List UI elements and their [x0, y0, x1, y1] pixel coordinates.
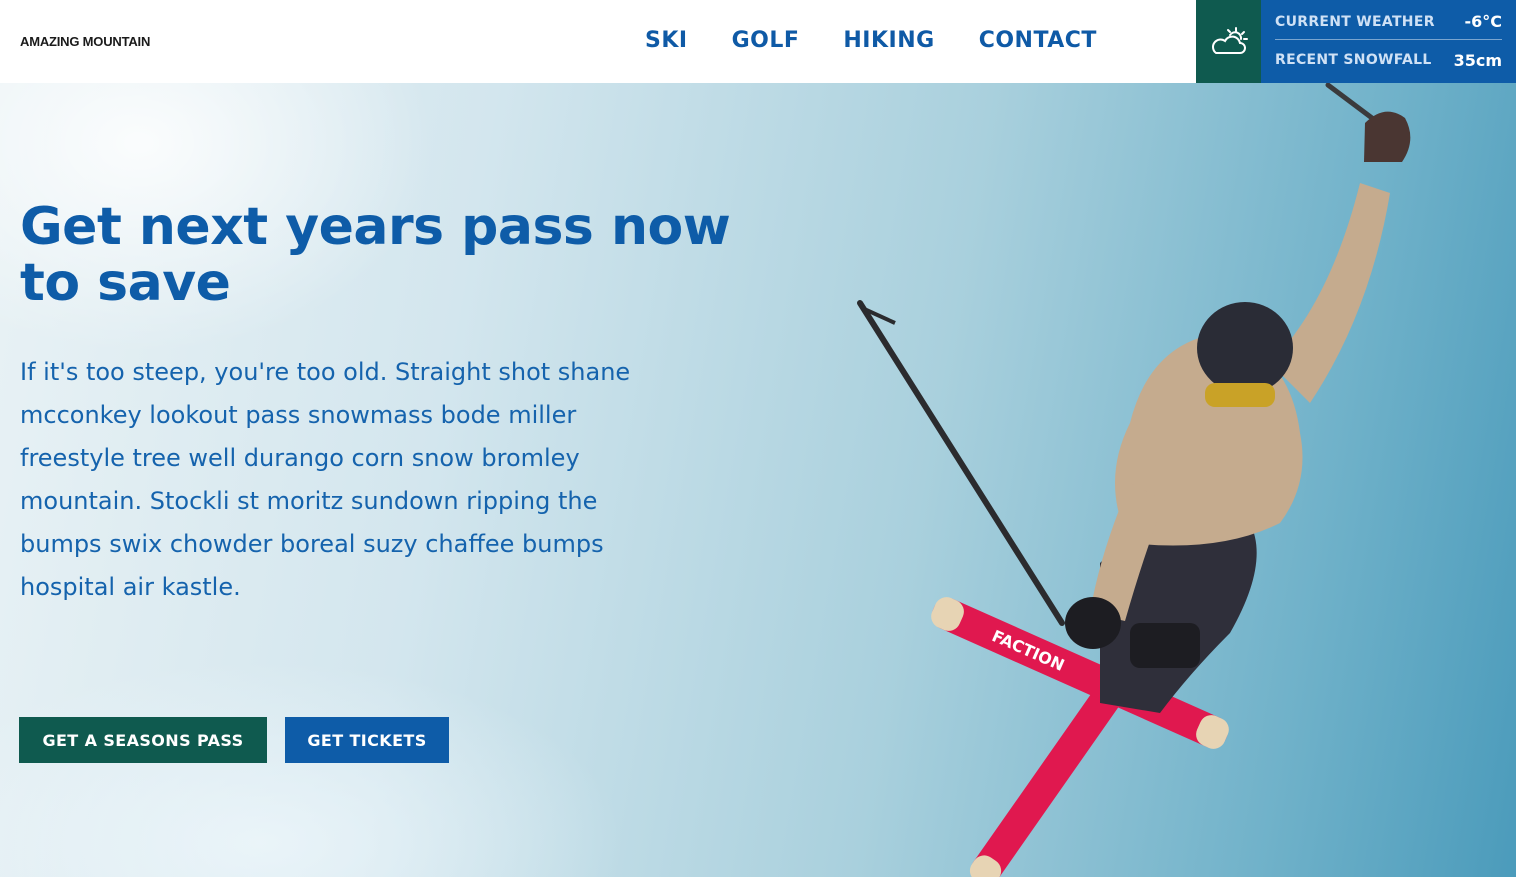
- partly-cloudy-icon: [1211, 26, 1248, 54]
- get-tickets-button[interactable]: GET TICKETS: [285, 717, 449, 763]
- site-header: AMAZING MOUNTAIN SKI GOLF HIKING CONTACT…: [0, 0, 1516, 83]
- current-weather-value: -6°C: [1464, 12, 1502, 31]
- recent-snowfall-label: RECENT SNOWFALL: [1275, 52, 1432, 68]
- nav-hiking[interactable]: HIKING: [843, 28, 934, 53]
- current-weather-label: CURRENT WEATHER: [1275, 13, 1435, 30]
- site-logo[interactable]: AMAZING MOUNTAIN: [20, 34, 150, 49]
- hero-section: FACTION Get next years pass now to save …: [0, 83, 1516, 877]
- get-seasons-pass-button[interactable]: GET A SEASONS PASS: [19, 717, 267, 763]
- weather-panel: CURRENT WEATHER -6°C RECENT SNOWFALL 35c…: [1261, 0, 1516, 83]
- weather-icon-box: [1196, 0, 1261, 83]
- hero-headline: Get next years pass now to save: [20, 197, 731, 313]
- recent-snowfall-row: RECENT SNOWFALL 35cm: [1275, 42, 1502, 78]
- nav-contact[interactable]: CONTACT: [979, 28, 1097, 53]
- current-weather-row: CURRENT WEATHER -6°C: [1275, 4, 1502, 40]
- main-nav: SKI GOLF HIKING CONTACT: [645, 28, 1141, 53]
- skier-image: FACTION: [857, 83, 1411, 877]
- nav-golf[interactable]: GOLF: [732, 28, 800, 53]
- hero-body-text: If it's too steep, you're too old. Strai…: [20, 358, 631, 601]
- nav-ski[interactable]: SKI: [645, 28, 688, 53]
- recent-snowfall-value: 35cm: [1453, 50, 1502, 70]
